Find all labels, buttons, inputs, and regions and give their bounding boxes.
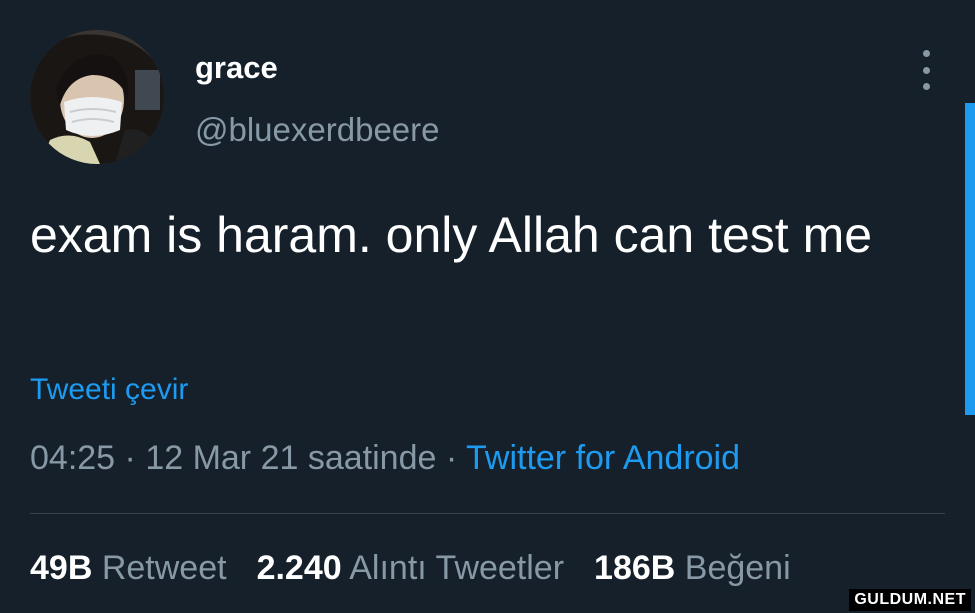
tweet-time: 04:25 (30, 439, 116, 477)
meta-separator: · (115, 439, 146, 477)
avatar[interactable] (30, 30, 164, 164)
display-name[interactable]: grace (195, 50, 278, 86)
retweets-stat[interactable]: 49B Retweet (30, 549, 227, 588)
quotes-stat[interactable]: 2.240 Alıntı Tweetler (257, 549, 564, 588)
retweets-label: Retweet (101, 549, 227, 587)
quotes-label: Alıntı Tweetler (349, 549, 565, 587)
divider (30, 513, 945, 514)
translate-tweet-link[interactable]: Tweeti çevir (30, 373, 188, 407)
tweet-stats: 49B Retweet 2.240 Alıntı Tweetler 186B B… (30, 549, 791, 588)
tweet-date: 12 Mar 21 saatinde (145, 439, 437, 477)
quotes-count: 2.240 (256, 549, 342, 587)
retweets-count: 49B (30, 549, 93, 587)
more-dot (922, 83, 930, 90)
more-dot (922, 66, 930, 74)
watermark: GULDUM.NET (849, 589, 971, 611)
tweet-meta: 04:25 · 12 Mar 21 saatinde · Twitter for… (30, 439, 740, 478)
scrollbar[interactable] (965, 103, 975, 415)
meta-separator: · (436, 439, 466, 477)
tweet-source-link[interactable]: Twitter for Android (466, 439, 740, 477)
likes-label: Beğeni (684, 549, 791, 587)
likes-stat[interactable]: 186B Beğeni (594, 549, 791, 588)
likes-count: 186B (594, 549, 676, 587)
more-vertical-icon[interactable] (912, 50, 940, 90)
tweet-text: exam is haram. only Allah can test me (30, 207, 873, 263)
avatar-image (30, 30, 164, 164)
user-handle[interactable]: @bluexerdbeere (195, 111, 440, 149)
more-dot (922, 50, 930, 57)
